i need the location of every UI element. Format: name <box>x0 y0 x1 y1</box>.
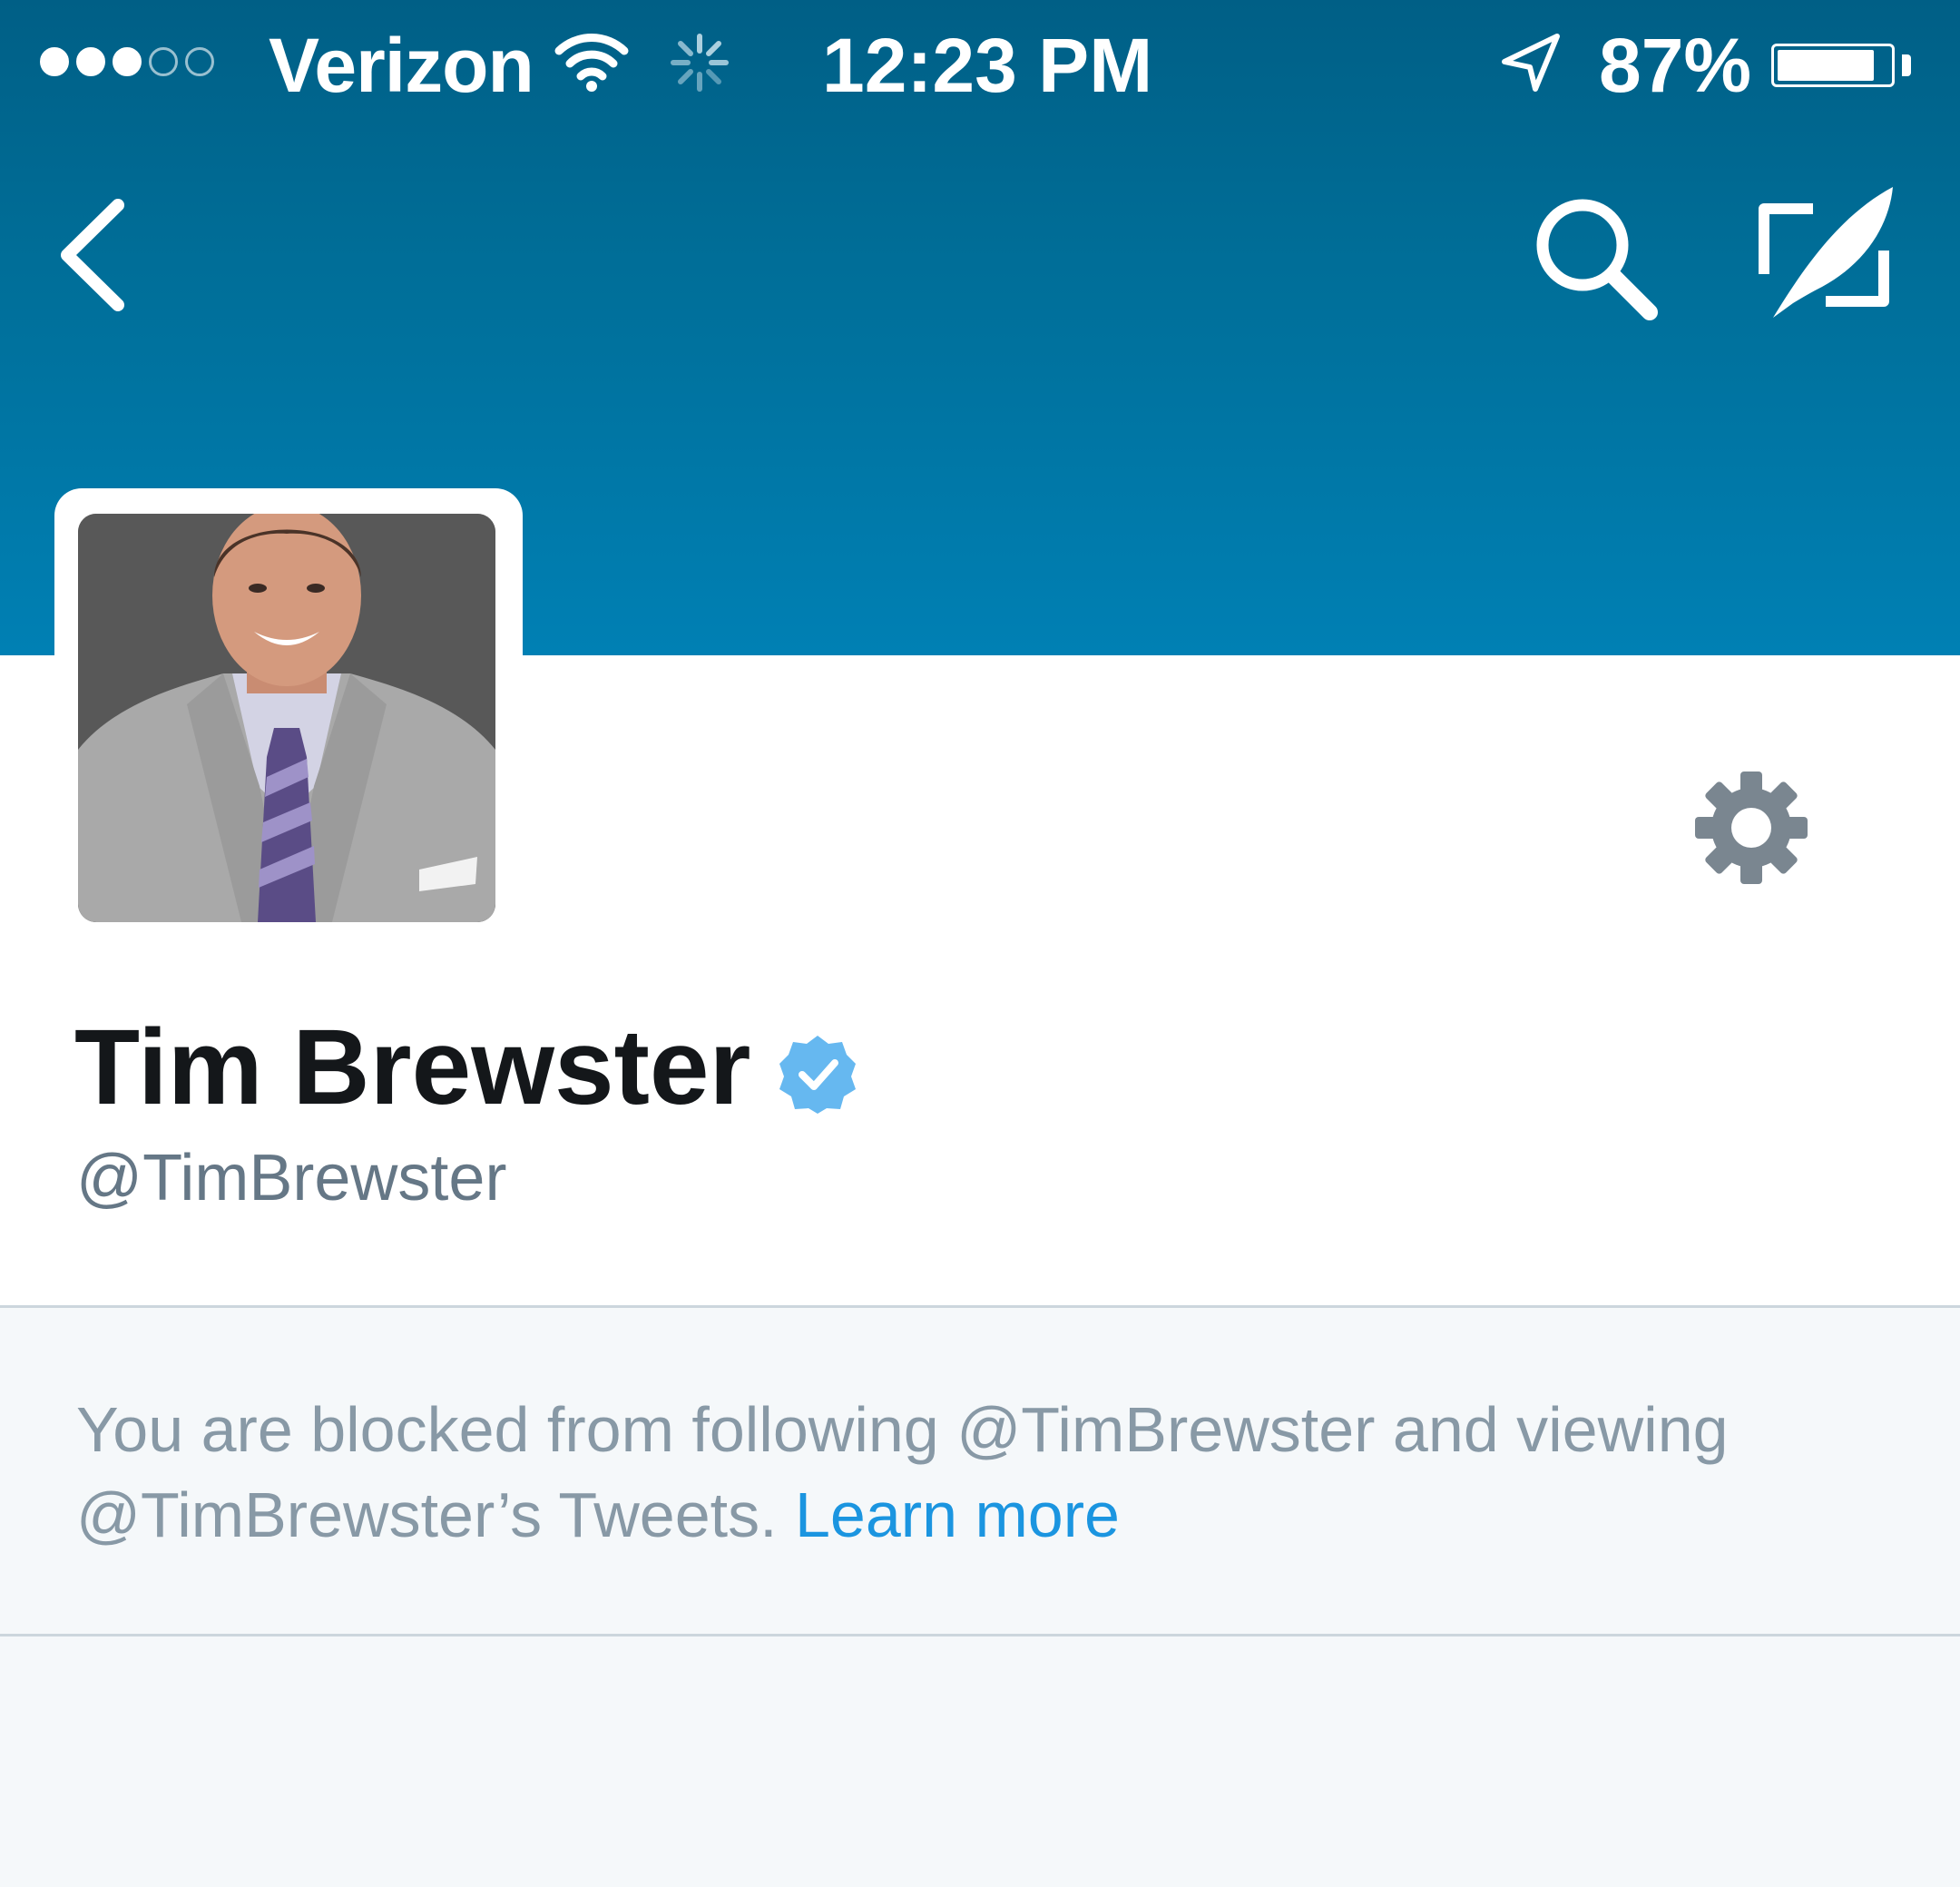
avatar-photo <box>78 514 495 922</box>
battery-fill <box>1778 50 1875 81</box>
signal-dot <box>113 47 142 76</box>
battery-cap <box>1902 54 1911 76</box>
signal-dot <box>149 47 178 76</box>
avatar-frame <box>54 488 523 939</box>
signal-dot <box>40 47 69 76</box>
carrier-name: Verizon <box>269 23 534 108</box>
profile-display-name: Tim Brewster <box>74 1007 751 1127</box>
signal-dot <box>185 47 214 76</box>
profile-screen: Verizon 12:23 PM 87% Tim Brewster @TimBr… <box>0 0 1960 1887</box>
verified-badge-icon <box>779 1036 856 1114</box>
blocked-notice: You are blocked from following @TimBrews… <box>76 1387 1891 1558</box>
status-time: 12:23 PM <box>822 23 1153 108</box>
learn-more-link[interactable]: Learn more <box>795 1479 1120 1550</box>
divider <box>0 1634 1960 1636</box>
search-icon <box>1536 199 1658 320</box>
search-button[interactable] <box>1530 192 1662 325</box>
battery-percent: 87% <box>1599 23 1752 108</box>
wifi-icon <box>554 34 629 92</box>
signal-strength-icon <box>40 47 214 76</box>
divider <box>0 1305 1960 1308</box>
status-bar: Verizon 12:23 PM 87% <box>0 0 1960 136</box>
chevron-left-icon <box>61 199 124 311</box>
back-button[interactable] <box>47 196 138 314</box>
battery-icon <box>1771 44 1895 87</box>
compose-tweet-button[interactable] <box>1757 180 1902 325</box>
profile-handle: @TimBrewster <box>76 1142 507 1214</box>
compose-tweet-icon <box>1759 187 1893 318</box>
profile-settings-button[interactable] <box>1688 764 1815 891</box>
signal-dot <box>76 47 105 76</box>
avatar[interactable] <box>78 514 495 922</box>
gear-icon <box>1695 772 1808 884</box>
activity-spinner-icon <box>671 34 729 92</box>
location-arrow-icon <box>1502 34 1560 92</box>
